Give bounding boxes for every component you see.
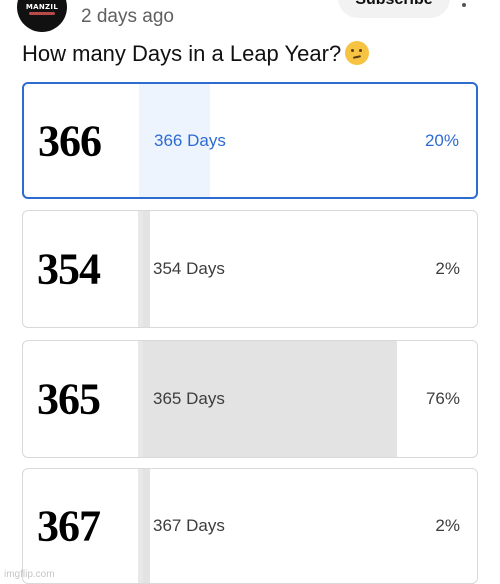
channel-logo-bar	[29, 12, 55, 15]
option-number-image: 366	[24, 84, 141, 197]
poll-option-result-bar	[143, 469, 150, 583]
option-number-text: 366	[38, 116, 102, 165]
poll-option-percent: 2%	[435, 516, 460, 535]
poll-option-label: 354 Days	[153, 259, 225, 278]
option-number-text: 354	[37, 244, 101, 294]
poll-option-366[interactable]: 366 366 Days 20%	[22, 82, 478, 199]
poll-option-percent: 76%	[425, 389, 460, 408]
poll-option-result-bar	[143, 211, 150, 327]
poll-question-text: How many Days in a Leap Year?	[22, 41, 342, 66]
option-number-image: 365	[23, 341, 140, 457]
subscribe-button[interactable]: Subscribe	[338, 0, 450, 18]
poll-option-label: 365 Days	[153, 389, 225, 408]
watermark: imgflip.com	[4, 569, 55, 580]
poll-option-365[interactable]: 365 365 Days 76%	[22, 340, 478, 458]
option-number-text: 365	[37, 374, 101, 424]
poll-option-354[interactable]: 354 354 Days 2%	[22, 210, 478, 328]
channel-avatar[interactable]: MANZIL	[17, 0, 67, 32]
more-options-icon[interactable]	[460, 0, 468, 10]
poll-option-percent: 2%	[435, 259, 460, 278]
poll-question: How many Days in a Leap Year?	[22, 41, 370, 67]
poll-option-label: 367 Days	[153, 516, 225, 535]
thinking-face-icon	[345, 41, 370, 65]
poll-option-367[interactable]: 367 367 Days 2%	[22, 468, 478, 584]
poll-option-label: 366 Days	[154, 130, 226, 150]
post-timestamp: 2 days ago	[81, 6, 174, 27]
channel-logo-text: MANZIL	[25, 3, 59, 11]
option-number-image: 367	[23, 469, 140, 583]
option-number-text: 367	[37, 501, 101, 551]
option-number-image: 354	[23, 211, 140, 327]
poll-option-percent: 20%	[424, 130, 459, 150]
